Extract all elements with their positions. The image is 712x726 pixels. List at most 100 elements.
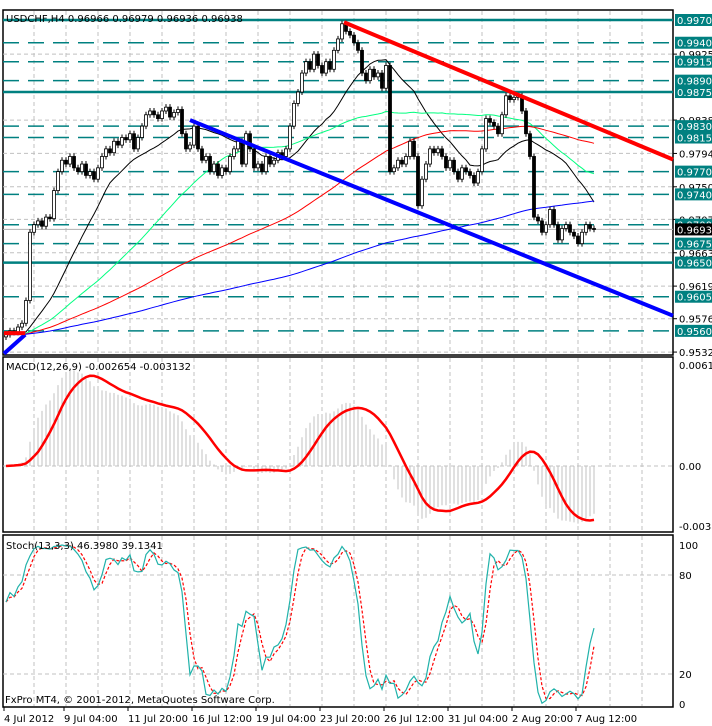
candle-body	[392, 167, 396, 173]
candle-body	[540, 220, 544, 233]
candle-body	[424, 163, 428, 180]
candle-body	[328, 61, 332, 70]
candle-body	[536, 216, 540, 222]
stoch-header: Stoch(13,3,3) 46.3980 39.1341	[6, 541, 163, 552]
candle-body	[184, 133, 188, 150]
candle-body	[456, 171, 460, 180]
candle-body	[552, 209, 556, 226]
candle-body	[92, 171, 96, 180]
candle-body	[528, 133, 532, 157]
candle-body	[60, 159, 64, 173]
candle-body	[448, 159, 452, 169]
candle-body	[380, 72, 384, 89]
candle-body	[484, 118, 488, 150]
candle-body	[304, 61, 308, 74]
candle-body	[376, 72, 380, 78]
candle-body	[368, 68, 372, 82]
candle-body	[84, 163, 88, 176]
time-tick-label: 19 Jul 04:00	[256, 714, 316, 725]
candle-body	[408, 140, 412, 157]
mt4-chart: 0.992500.983800.979400.975000.970700.966…	[2, 9, 712, 725]
candle-body	[164, 106, 168, 112]
candle-body	[128, 133, 132, 141]
time-tick-label: 31 Jul 04:00	[448, 714, 508, 725]
candle-body	[416, 156, 420, 207]
candle-body	[52, 190, 56, 220]
candle-body	[460, 167, 464, 180]
candle-body	[568, 224, 572, 233]
candle-body	[360, 49, 364, 74]
candle-body	[224, 167, 228, 173]
candle-body	[500, 114, 504, 135]
macd-tick-label: 0.00	[679, 462, 701, 473]
candle-body	[56, 171, 60, 191]
candle-body	[80, 163, 84, 173]
candle-body	[192, 125, 196, 146]
time-tick-label: 26 Jul 12:00	[384, 714, 444, 725]
candle-body	[464, 167, 468, 173]
candle-body	[140, 125, 144, 138]
candle-body	[524, 110, 528, 135]
candle-body	[352, 34, 356, 44]
candle-body	[200, 148, 204, 161]
candle-body	[300, 72, 304, 93]
candle-body	[400, 159, 404, 165]
candle-body	[440, 148, 444, 157]
candle-body	[432, 148, 436, 154]
stochastic-panel	[2, 534, 674, 708]
candle-body	[208, 156, 212, 173]
candle-body	[112, 140, 116, 154]
candle-body	[560, 228, 564, 241]
macd-tick-label: -0.00380	[679, 522, 712, 533]
candle-body	[108, 148, 112, 154]
price-tick-label: 0.95320	[679, 348, 712, 359]
candle-body	[48, 216, 52, 220]
copyright-text: FxPro MT4, © 2001-2012, MetaQuotes Softw…	[5, 695, 275, 706]
candle-body	[64, 159, 68, 165]
level-label: 0.99700	[677, 16, 712, 27]
candle-body	[24, 300, 28, 324]
candle-body	[216, 163, 220, 176]
candle-body	[564, 224, 568, 229]
time-tick-label: 9 Jul 04:00	[64, 714, 118, 725]
candle-body	[148, 110, 152, 116]
candle-body	[468, 171, 472, 176]
candle-body	[188, 144, 192, 150]
candle-body	[272, 159, 276, 165]
candle-body	[316, 53, 320, 66]
candle-body	[268, 156, 272, 165]
candle-body	[260, 163, 264, 173]
level-label: 0.96050	[677, 293, 712, 304]
symbol-header: USDCHF,H4 0.96966 0.96979 0.96936 0.9693…	[6, 14, 243, 25]
time-tick-label: 4 Jul 2012	[4, 714, 54, 725]
candle-body	[100, 156, 104, 169]
stoch-tick-label: 80	[679, 571, 692, 582]
time-tick-label: 23 Jul 20:00	[320, 714, 380, 725]
candle-body	[436, 148, 440, 154]
candle-body	[212, 163, 216, 173]
candle-body	[32, 224, 36, 233]
macd-header: MACD(12,26,9) -0.002654 -0.003132	[6, 362, 191, 373]
candle-body	[288, 125, 292, 150]
candle-body	[196, 125, 200, 150]
time-tick-label: 2 Aug 20:00	[512, 714, 573, 725]
candle-body	[320, 65, 324, 74]
candle-body	[152, 110, 156, 116]
candle-body	[324, 61, 328, 74]
candle-body	[532, 156, 536, 218]
level-label: 0.97700	[677, 168, 712, 179]
candle-body	[336, 38, 340, 51]
candle-body	[36, 220, 40, 226]
candle-body	[364, 72, 368, 82]
candle-body	[580, 231, 584, 245]
candle-body	[172, 112, 176, 118]
candle-body	[388, 65, 392, 173]
candle-body	[220, 167, 224, 176]
level-label: 0.98150	[677, 134, 712, 145]
candle-body	[252, 148, 256, 169]
candle-body	[156, 114, 160, 119]
candle-body	[72, 156, 76, 169]
candle-body	[384, 65, 388, 89]
stoch-tick-label: 100	[679, 541, 698, 552]
candle-body	[116, 140, 120, 146]
